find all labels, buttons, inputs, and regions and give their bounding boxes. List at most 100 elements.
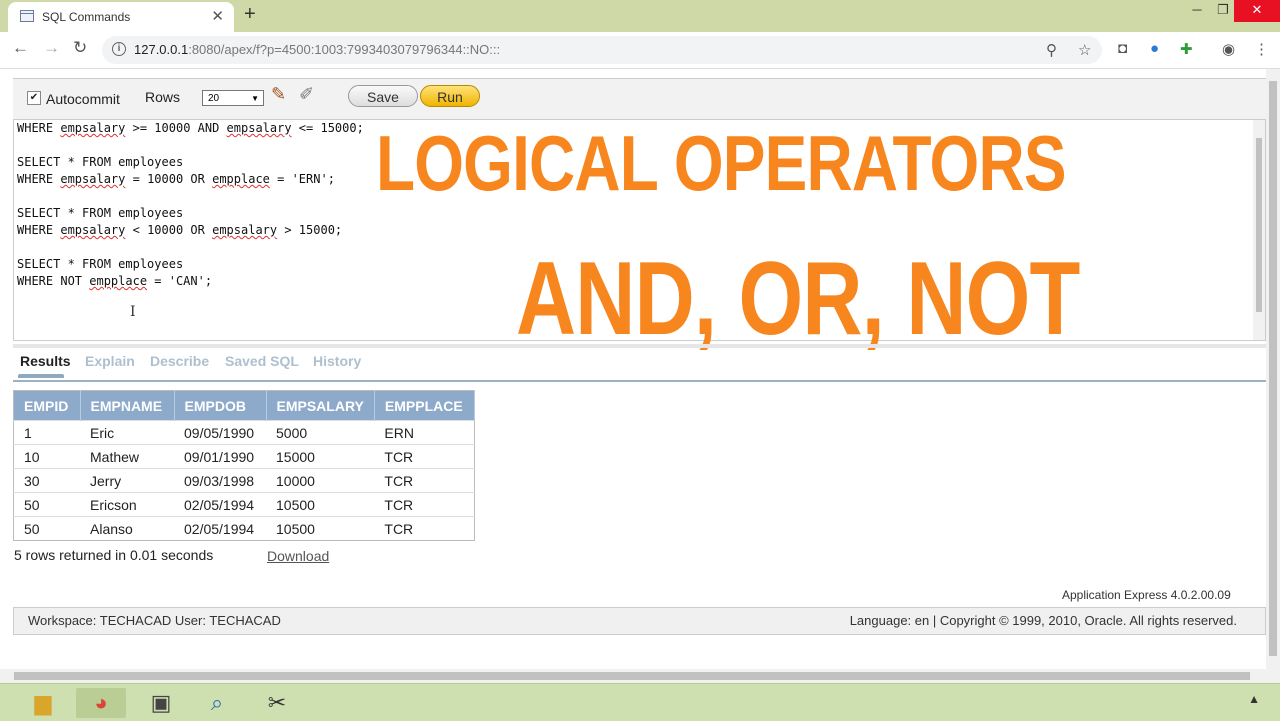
rows-label: Rows [145,89,181,105]
extension-camera-icon[interactable]: ◘ [1118,40,1127,57]
url-host: 127.0.0.1 [134,42,189,57]
url-path: :8080/apex/f?p=4500:1003:799340307979634… [188,42,501,57]
search-app-icon[interactable]: ⌕ [202,688,232,718]
sql-toolbar: ✔ Autocommit Rows 20 ▼ ✎ ✐ Save Run [13,78,1266,120]
column-header: EMPID [13,390,81,421]
browser-menu-icon[interactable]: ⋮ [1254,40,1269,58]
extension-search-icon[interactable]: ● [1150,40,1159,57]
results-table: EMPID EMPNAME EMPDOB EMPSALARY EMPPLACE 1 Eri… [13,390,476,541]
table-cell: 02/05/1994 [174,492,266,517]
table-row: 30 Jerry 09/03/1998 10000 TCR [13,468,475,493]
browser-tab[interactable]: SQL Commands ✕ [8,2,234,32]
url-text: 127.0.0.1:8080/apex/f?p=4500:1003:799340… [134,42,500,57]
table-row: 50 Alanso 02/05/1994 10500 TCR [13,516,475,541]
save-button[interactable]: Save [348,85,418,107]
autocommit-label: Autocommit [46,91,120,107]
table-cell: 15000 [266,444,375,469]
find-tables-icon[interactable]: ✐ [299,84,314,105]
table-cell: 1 [13,420,80,445]
forward-icon[interactable]: → [43,38,60,58]
tab-saved-sql[interactable]: Saved SQL [225,353,299,369]
file-explorer-icon[interactable]: ▆ [28,688,58,718]
page-hscroll-thumb[interactable] [14,672,1250,680]
tray-chevron-icon[interactable]: ▲ [1248,692,1260,706]
table-cell: 10500 [266,492,375,517]
table-cell: TCR [374,468,475,493]
zoom-icon[interactable]: ⚲ [1046,41,1057,59]
close-tab-icon[interactable]: ✕ [211,7,224,25]
run-button[interactable]: Run [420,85,480,107]
table-cell: Jerry [80,468,174,493]
page-footer: Workspace: TECHACAD User: TECHACAD Langu… [13,607,1266,635]
apex-version: Application Express 4.0.2.00.09 [1062,588,1231,602]
chrome-taskbar-icon[interactable]: ◕ [76,688,126,718]
copyright-info: Language: en | Copyright © 1999, 2010, O… [849,613,1237,628]
tab-history[interactable]: History [313,353,361,369]
browser-toolbar: ← → ↻ i 127.0.0.1:8080/apex/f?p=4500:100… [0,32,1280,69]
table-cell: 30 [13,468,80,493]
sql-line: SELECT * FROM employees [17,155,184,169]
windows-taskbar: ▆ ◕ ▣ ⌕ ✂ ▲ [0,683,1280,721]
table-cell: 09/05/1990 [174,420,266,445]
address-bar[interactable]: i 127.0.0.1:8080/apex/f?p=4500:1003:7993… [102,36,1102,64]
overlay-title-line2: AND, OR, NOT [516,241,1080,357]
site-info-icon[interactable]: i [112,42,126,56]
table-cell: TCR [374,516,475,541]
editor-scrollbar[interactable] [1253,120,1265,340]
table-cell: TCR [374,492,475,517]
back-icon[interactable]: ← [12,38,29,58]
column-header: EMPDOB [174,390,267,421]
table-cell: 09/01/1990 [174,444,266,469]
table-cell: 50 [13,492,80,517]
tab-describe[interactable]: Describe [150,353,209,369]
overlay-title-line1: LOGICAL OPERATORS [376,119,1067,207]
sql-line: WHERE empsalary >= 10000 AND empsalary <… [17,121,364,135]
workspace-info: Workspace: TECHACAD User: TECHACAD [28,613,281,628]
column-header: EMPPLACE [374,390,476,421]
sql-line: WHERE NOT empplace = 'CAN'; [17,274,213,288]
text-cursor-icon: I [130,304,136,320]
table-cell: Mathew [80,444,174,469]
tab-explain[interactable]: Explain [85,353,135,369]
reload-icon[interactable]: ↻ [73,38,87,58]
rows-select[interactable]: 20 ▼ [202,90,264,106]
table-row: 1 Eric 09/05/1990 5000 ERN [13,420,475,445]
sql-line: SELECT * FROM employees [17,206,184,220]
page-vertical-scrollbar[interactable] [1266,69,1280,669]
table-cell: TCR [374,444,475,469]
editor-scroll-thumb[interactable] [1256,138,1262,312]
sql-line [17,239,364,256]
table-cell: 10500 [266,516,375,541]
window-close-icon[interactable]: ✕ [1234,0,1280,22]
table-cell: 10 [13,444,80,469]
result-tabs: Results Explain Describe Saved SQL Histo… [13,352,1266,382]
table-cell: Eric [80,420,174,445]
snipping-tool-icon[interactable]: ✂ [262,688,292,718]
browser-tabstrip: SQL Commands ✕ + ─ ❐ ✕ [0,0,1280,32]
page-vscroll-thumb[interactable] [1269,81,1277,656]
window-app-icon[interactable]: ▣ [146,688,176,718]
sql-line: WHERE empsalary < 10000 OR empsalary > 1… [17,223,343,237]
download-link[interactable]: Download [267,548,329,564]
table-cell: 5000 [266,420,375,445]
table-cell: Ericson [80,492,174,517]
rows-returned-text: 5 rows returned in 0.01 seconds [14,547,214,563]
autocommit-checkbox[interactable]: ✔ [27,91,41,105]
sql-line: WHERE empsalary = 10000 OR empplace = 'E… [17,172,335,186]
table-cell: ERN [374,420,475,445]
table-row: 50 Ericson 02/05/1994 10500 TCR [13,492,475,517]
extension-puzzle-icon[interactable]: ✚ [1180,40,1193,58]
clear-eraser-icon[interactable]: ✎ [271,84,286,105]
bookmark-star-icon[interactable]: ☆ [1078,41,1091,59]
page-favicon-icon [20,10,34,22]
pane-divider[interactable] [13,344,1266,348]
rows-select-value: 20 [208,93,220,104]
new-tab-icon[interactable]: + [244,3,256,26]
table-cell: 02/05/1994 [174,516,266,541]
sql-line: SELECT * FROM employees [17,257,184,271]
profile-avatar-icon[interactable]: ◉ [1222,40,1235,58]
tab-results[interactable]: Results [20,353,71,369]
page-horizontal-scrollbar[interactable] [0,669,1280,683]
column-header: EMPNAME [80,390,175,421]
sql-line [17,188,364,205]
